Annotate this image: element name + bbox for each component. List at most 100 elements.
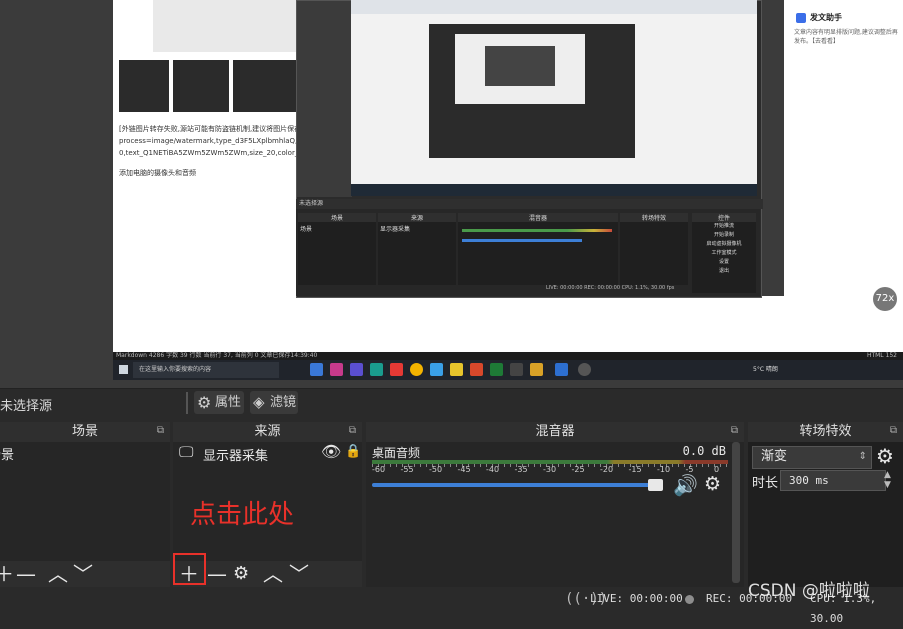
taskbar-app-icon	[555, 363, 568, 376]
nested-taskbar	[351, 184, 757, 196]
nested-transitions: 转场特效	[620, 213, 688, 285]
properties-button[interactable]: ⚙ 属性	[194, 391, 244, 414]
taskbar-chrome-icon	[410, 363, 423, 376]
taskbar-search: 在这里输入你要搜索的内容	[133, 362, 279, 378]
visibility-eye-icon[interactable]: 👁	[321, 442, 341, 461]
undock-icon[interactable]: ⧉	[731, 425, 738, 436]
meter-scale-label: -35	[514, 465, 528, 474]
volume-slider-track[interactable]	[372, 483, 656, 487]
taskbar-app-icon	[470, 363, 483, 376]
nested-scene-item: 场景	[300, 226, 313, 233]
taskbar-app-icon	[530, 363, 543, 376]
doc-image-thumb	[119, 60, 169, 112]
remove-scene-icon[interactable]: —	[16, 561, 36, 587]
windows-start-icon	[119, 365, 128, 374]
add-scene-icon[interactable]: ＋	[0, 561, 14, 587]
scene-item-label: 场景	[0, 448, 15, 463]
duration-input[interactable]: 300 ms	[780, 470, 886, 491]
nested-browser-bar	[351, 0, 757, 14]
move-down-icon[interactable]: ﹀	[73, 561, 93, 587]
nested-control-item: 退出	[718, 268, 729, 274]
gear-icon: ⚙	[197, 393, 212, 412]
move-up-icon[interactable]: ︿	[263, 561, 283, 587]
live-time: LIVE: 00:00:00	[590, 592, 683, 605]
duration-label: 时长	[752, 476, 779, 491]
undock-icon[interactable]: ⧉	[157, 425, 164, 436]
mixer-track-name: 桌面音频	[372, 446, 421, 460]
properties-label: 属性	[215, 395, 242, 410]
nested-dock-area: 未选择源 场景 场景 来源 显示器采集 混音器 转场特效 控件 开始推流 开始录…	[296, 199, 763, 296]
mixer-level: 0.0 dB	[682, 444, 726, 458]
taskbar-weather: 5°C 晴朗	[753, 366, 778, 373]
transition-settings-icon[interactable]: ⚙	[876, 444, 894, 468]
assistant-text: 文章内容有明显排版问题,建议调整后再发布。【去看看】	[794, 29, 898, 45]
nested-sources: 来源 显示器采集	[378, 213, 456, 285]
windows-taskbar: 在这里输入你要搜索的内容 5°C 晴朗	[113, 360, 903, 380]
taskbar-app-icon	[390, 363, 403, 376]
nested-obs-preview-inner	[455, 34, 585, 104]
assistant-icon	[796, 13, 806, 23]
taskbar-app-icon	[310, 363, 323, 376]
move-up-icon[interactable]: ︿	[48, 561, 68, 587]
filters-label: 滤镜	[270, 395, 297, 410]
doc-line: process=image/watermark,type_d3F5LXplbmh…	[119, 137, 299, 145]
nested-controls-title: 控件	[692, 213, 756, 222]
mixer-dock: 混音器 ⧉ 桌面音频 0.0 dB	[366, 422, 744, 587]
nested-scenes: 场景 场景	[298, 213, 376, 285]
chevron-updown-icon: ⇕	[858, 451, 867, 462]
nested-mixer-title: 混音器	[458, 213, 618, 222]
volume-slider-knob[interactable]	[648, 479, 663, 491]
meter-scale-label: -50	[429, 465, 443, 474]
meter-scale-label: -20	[600, 465, 614, 474]
duration-value: 300 ms	[789, 474, 829, 487]
doc-line: 添加电脑的摄像头和音频	[119, 169, 196, 177]
zoom-badge: 72x	[873, 287, 897, 311]
scenes-list: 场景	[0, 442, 170, 561]
nested-obs-preview-inner2	[485, 46, 555, 86]
doc-line: [外链图片转存失败,源站可能有防盗链机制,建议将图片保存下来直接上传(img-b…	[119, 125, 299, 133]
remove-source-icon[interactable]: —	[207, 561, 227, 587]
annotation-highlight-box	[173, 553, 206, 585]
taskbar-app-icon	[350, 363, 363, 376]
no-source-label: 未选择源	[0, 399, 53, 414]
speaker-icon[interactable]: 🔊	[673, 473, 698, 497]
nested-control-item: 设置	[718, 259, 729, 265]
transition-select[interactable]: 渐变 ⇕	[752, 446, 872, 469]
nested-control-item: 启动虚拟摄像机	[706, 241, 742, 247]
nested-preview-side	[297, 1, 352, 197]
scenes-footer: ＋ — ︿ ﹀	[0, 561, 170, 587]
taskbar-app-icon	[490, 363, 503, 376]
taskbar-obs-icon	[578, 363, 591, 376]
meter-scale-label: -30	[543, 465, 557, 474]
editor-status-right: HTML 152	[866, 352, 897, 359]
scene-item[interactable]: 场景	[0, 444, 170, 463]
nested-slider	[462, 239, 582, 242]
transitions-title: 转场特效	[748, 422, 903, 442]
mixer-scrollbar[interactable]	[732, 442, 740, 583]
nested-screenshot	[351, 0, 757, 196]
move-down-icon[interactable]: ﹀	[289, 561, 309, 587]
source-settings-icon[interactable]: ⚙	[233, 561, 249, 587]
mixer-settings-icon[interactable]: ⚙	[704, 473, 721, 495]
taskbar-app-icon	[430, 363, 443, 376]
nested-controls: 控件 开始推流 开始录制 启动虚拟摄像机 工作室模式 设置 退出	[692, 213, 756, 293]
nested-mixer: 混音器	[458, 213, 618, 285]
undock-icon[interactable]: ⧉	[890, 425, 897, 436]
nested-toolbar: 未选择源	[296, 199, 763, 209]
scenes-title: 场景	[0, 422, 170, 442]
annotation-text: 点击此处	[190, 500, 295, 530]
nested-status: LIVE: 00:00:00 REC: 00:00:00 CPU: 1.1%, …	[546, 285, 675, 291]
nested-scenes-title: 场景	[298, 213, 376, 222]
source-item[interactable]: 🖵 显示器采集 👁 🔒	[173, 442, 362, 464]
filters-button[interactable]: ◈ 滤镜	[250, 391, 298, 414]
taskbar-app-icon	[510, 363, 523, 376]
undock-icon[interactable]: ⧉	[349, 425, 356, 436]
lock-icon[interactable]: 🔒	[345, 444, 361, 459]
doc-image-thumb	[173, 60, 229, 112]
taskbar-app-icon	[450, 363, 463, 376]
nested-control-item: 开始推流	[713, 223, 734, 229]
editor-status-text: Markdown 4286 字数 39 行数 当前行 37, 当前列 0 文章已…	[116, 352, 318, 359]
nested-obs-preview	[429, 24, 635, 158]
meter-scale-label: -25	[571, 465, 585, 474]
duration-stepper-icon[interactable]: ▲ ▼	[884, 470, 891, 490]
